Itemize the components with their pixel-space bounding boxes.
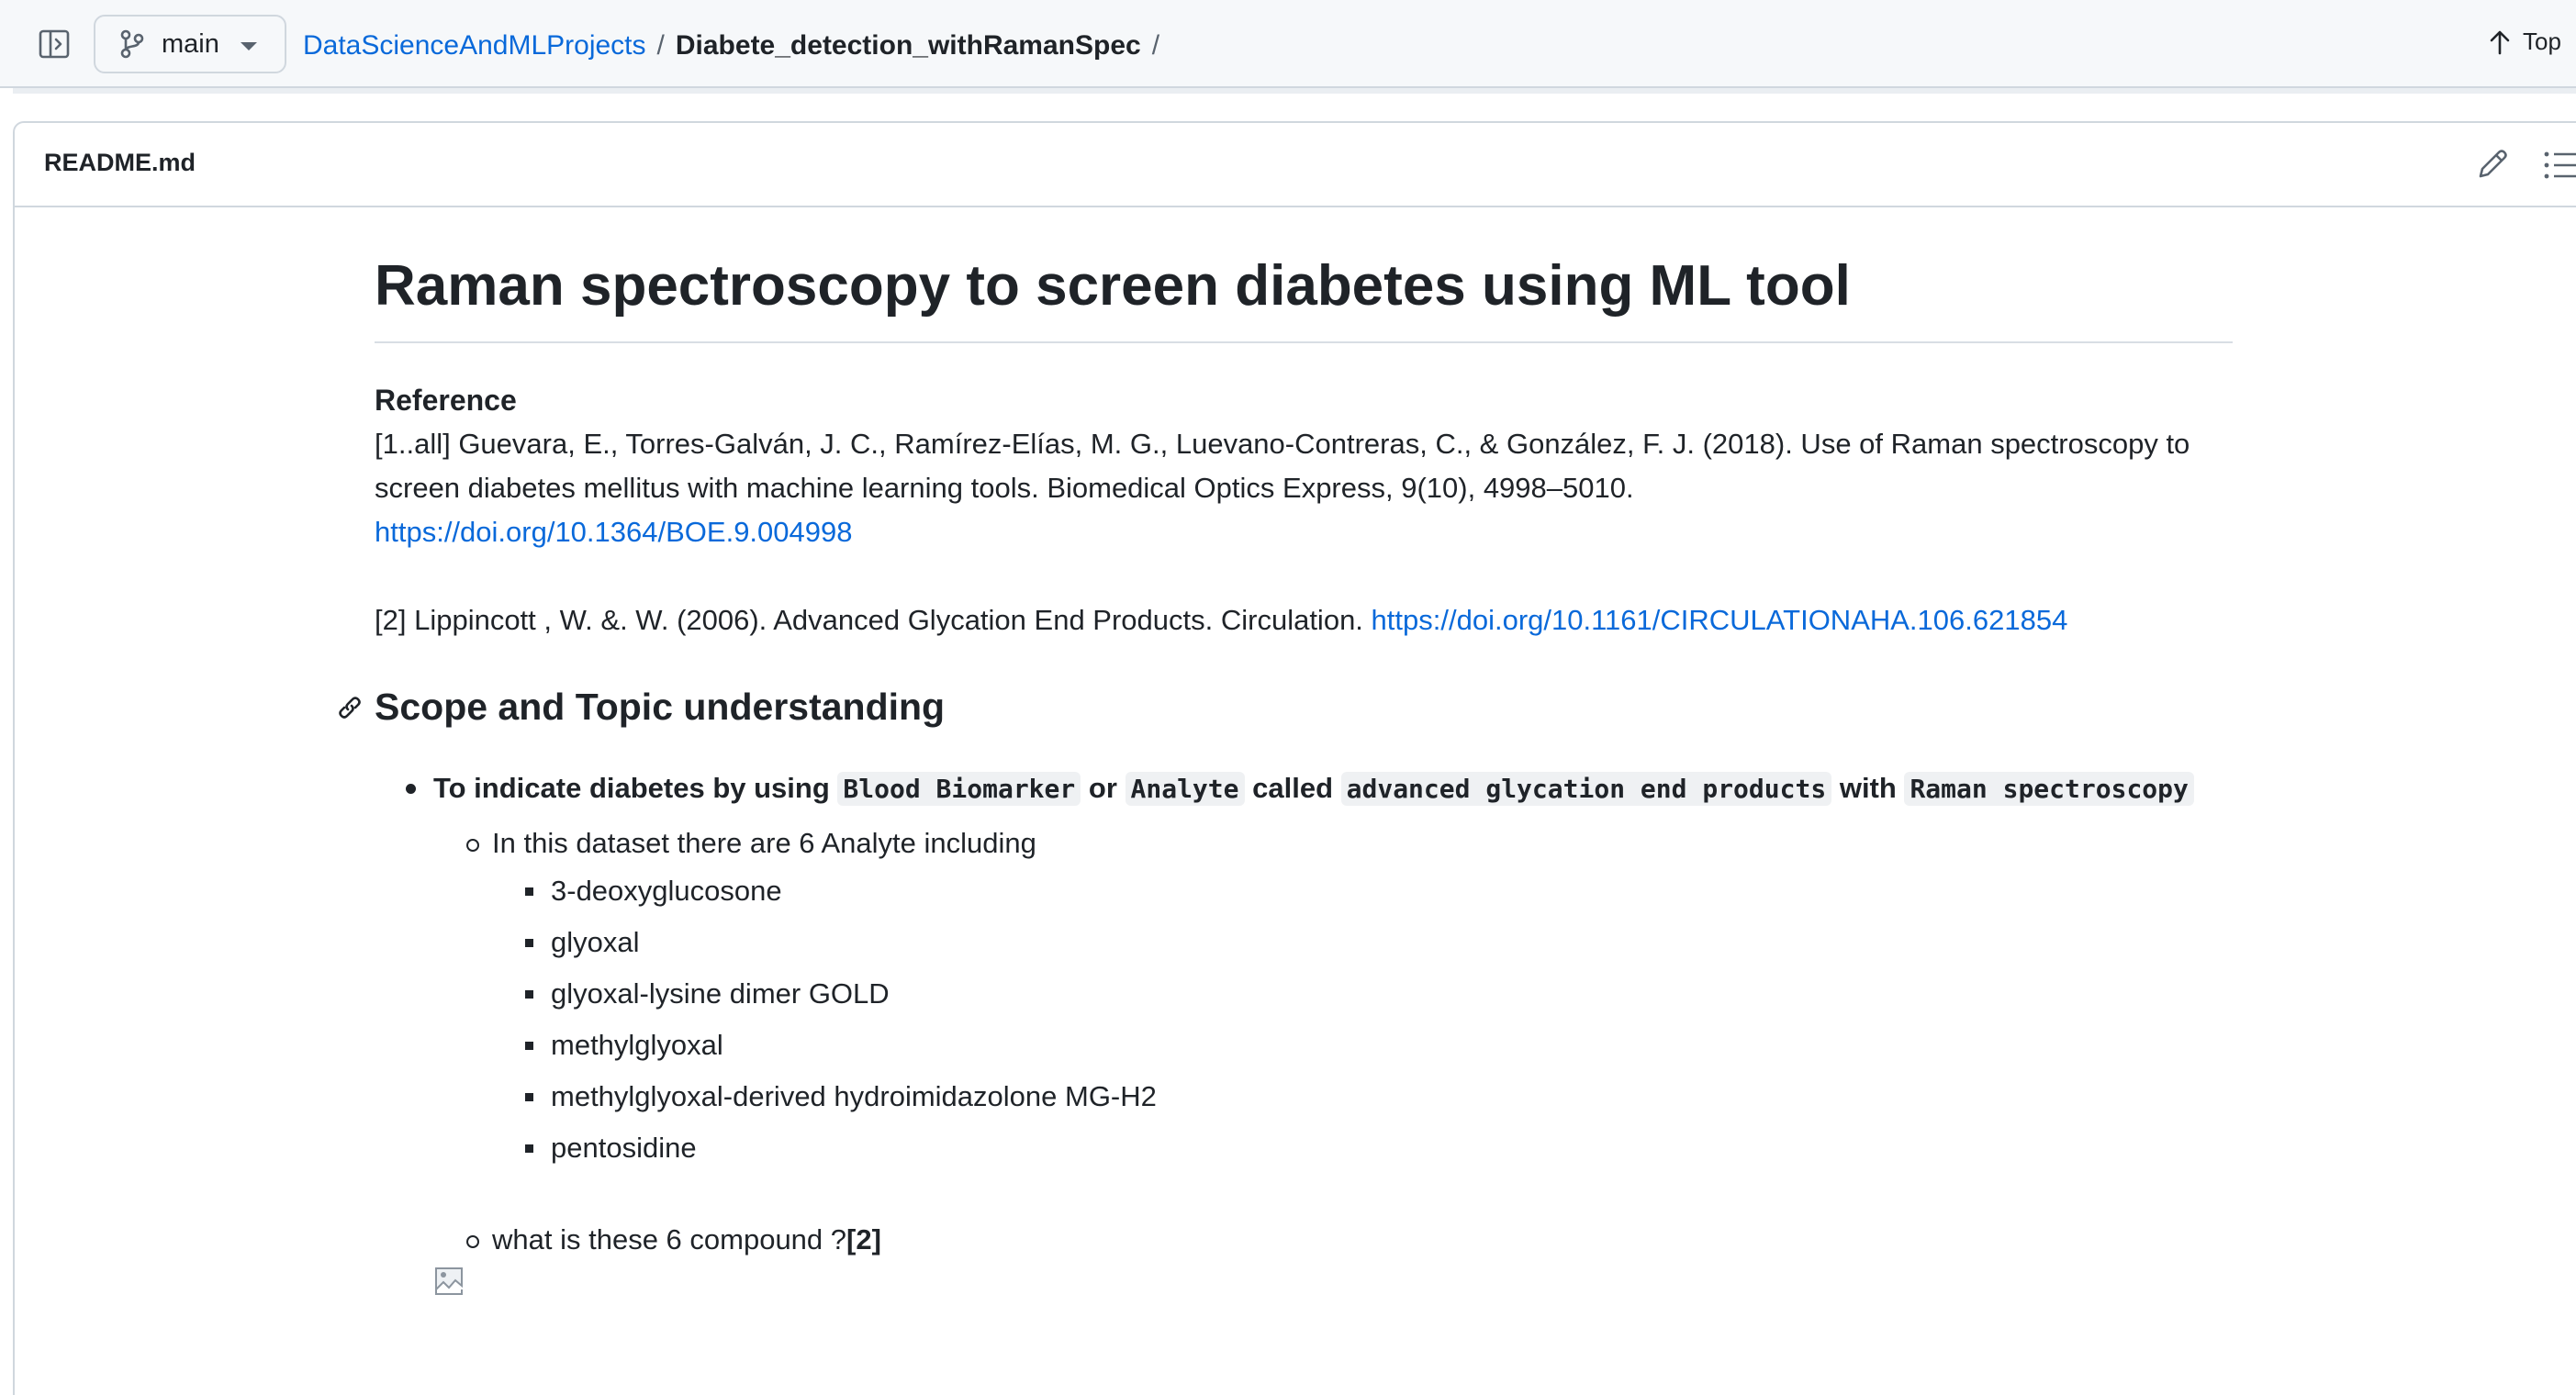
sidebar-toggle-icon[interactable] (39, 29, 70, 59)
sub-list-item: what is these 6 compound ?[2] (375, 1218, 2233, 1262)
analyte-item: glyoxal-lysine dimer GOLD (375, 968, 2233, 1020)
link-icon[interactable] (336, 694, 364, 721)
readme-header: README.md (15, 123, 2576, 207)
repo-navigation-bar: main DataScienceAndMLProjects / Diabete_… (0, 0, 2576, 88)
inline-code: Raman spectroscopy (1904, 772, 2194, 806)
reference-1-link[interactable]: https://doi.org/10.1364/BOE.9.004998 (375, 516, 853, 548)
markdown-body: Raman spectroscopy to screen diabetes us… (339, 254, 2233, 1301)
list-text: called (1244, 772, 1341, 804)
readme-filename: README.md (44, 149, 196, 176)
reference-2-paragraph: [2] Lippincott , W. &. W. (2006). Advanc… (375, 598, 2233, 642)
readme-heading: Raman spectroscopy to screen diabetes us… (375, 248, 2233, 343)
breadcrumb-separator: / (656, 30, 665, 61)
breadcrumb: DataScienceAndMLProjects / Diabete_detec… (303, 28, 1170, 64)
back-to-top-label: Top (2523, 28, 2561, 55)
citation-ref: [2] (846, 1223, 881, 1256)
breadcrumb-trailing-separator: / (1151, 30, 1160, 61)
inline-code: advanced glycation end products (1340, 772, 1832, 806)
chevron-down-icon (241, 42, 257, 50)
analyte-item: methylglyoxal (375, 1020, 2233, 1071)
analyte-item: 3-deoxyglucosone (375, 865, 2233, 917)
list-text: To indicate diabetes by using (433, 772, 838, 804)
analyte-item: methylglyoxal-derived hydroimidazolone M… (375, 1071, 2233, 1122)
reference-2-text: [2] Lippincott , W. &. W. (2006). Advanc… (375, 604, 1363, 636)
analyte-item: pentosidine (375, 1122, 2233, 1174)
breadcrumb-repo-link[interactable]: DataScienceAndMLProjects (303, 30, 646, 61)
section-heading: Scope and Topic understanding (339, 681, 2233, 732)
broken-image-icon (435, 1267, 463, 1295)
back-to-top-button[interactable]: Top (2488, 28, 2561, 56)
list-text: with (1831, 772, 1905, 804)
section-heading-text: Scope and Topic understanding (375, 686, 946, 728)
branch-name: main (162, 28, 219, 59)
arrow-up-icon (2490, 30, 2510, 54)
pencil-icon[interactable] (2475, 147, 2510, 182)
reference-1-text: [1..all] Guevara, E., Torres-Galván, J. … (375, 428, 2190, 504)
list-text: or (1081, 772, 1126, 804)
inline-code: Blood Biomarker (837, 772, 1081, 806)
reference-2-link[interactable]: https://doi.org/10.1161/CIRCULATIONAHA.1… (1372, 604, 2068, 636)
topbar-divider (13, 88, 2576, 94)
sub-list-text: what is these 6 compound ? (492, 1223, 847, 1256)
sub-list-item: In this dataset there are 6 Analyte incl… (375, 821, 2233, 865)
branch-selector-button[interactable]: main (94, 15, 286, 73)
table-of-contents-icon[interactable] (2543, 149, 2576, 182)
inline-code: Analyte (1125, 772, 1245, 806)
reference-heading: Reference (375, 384, 517, 417)
git-branch-icon (120, 29, 144, 59)
list-item: To indicate diabetes by using Blood Biom… (375, 769, 2233, 809)
breadcrumb-current-folder: Diabete_detection_withRamanSpec (675, 30, 1141, 61)
analyte-item: glyoxal (375, 917, 2233, 968)
